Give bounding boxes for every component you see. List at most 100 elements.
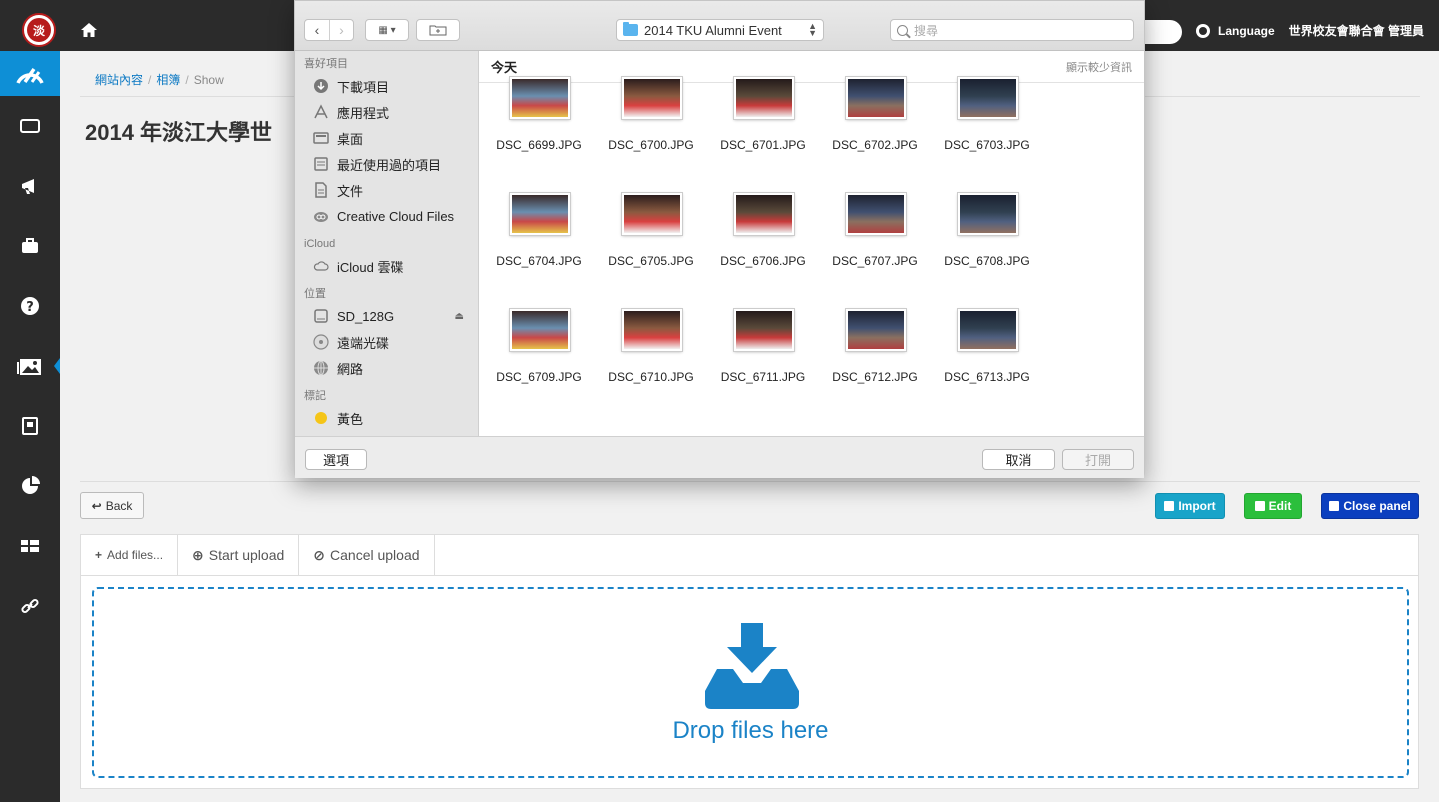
topbar-search-input[interactable] xyxy=(1140,20,1182,44)
recents-icon xyxy=(313,156,329,172)
sidebar-item-announcements[interactable] xyxy=(0,156,60,216)
language-menu[interactable]: Language xyxy=(1218,24,1275,38)
sidebar-item-tag-yellow[interactable]: 黃色 xyxy=(295,405,478,431)
photo-preview xyxy=(512,311,568,349)
back-nav-button[interactable]: ‹ xyxy=(305,20,329,40)
sidebar-item-pages-book[interactable] xyxy=(0,396,60,456)
link-icon xyxy=(21,598,39,614)
sidebar-item-archive[interactable] xyxy=(0,216,60,276)
sidebar-item-creative-cloud[interactable]: Creative Cloud Files xyxy=(295,203,478,229)
file-item[interactable]: DSC_6705.JPG xyxy=(601,189,701,305)
file-name: DSC_6700.JPG xyxy=(608,138,694,152)
file-item[interactable]: DSC_6704.JPG xyxy=(489,189,589,305)
sidebar-item-sd-card[interactable]: SD_128G ⏏ xyxy=(295,303,478,329)
sidebar-item-modules[interactable] xyxy=(0,516,60,576)
file-item[interactable]: DSC_6702.JPG xyxy=(825,73,925,189)
folder-location-select[interactable]: 2014 TKU Alumni Event ▲ ▼ xyxy=(616,19,824,41)
breadcrumb: 網站內容 / 相簿 / Show xyxy=(95,73,224,87)
new-folder-button[interactable] xyxy=(416,19,460,41)
options-button[interactable]: 選項 xyxy=(305,449,367,470)
file-item[interactable]: DSC_6713.JPG xyxy=(937,305,1037,421)
sidebar-item-pages[interactable] xyxy=(0,96,60,156)
file-item[interactable]: DSC_6709.JPG xyxy=(489,305,589,421)
cloud-icon xyxy=(313,258,329,274)
add-files-button[interactable]: + Add files... xyxy=(81,535,179,575)
file-thumbnail xyxy=(846,309,906,351)
file-item[interactable]: DSC_6708.JPG xyxy=(937,189,1037,305)
file-item[interactable]: DSC_6707.JPG xyxy=(825,189,925,305)
file-name: DSC_6704.JPG xyxy=(496,254,582,268)
globe-icon xyxy=(1196,23,1210,38)
file-item[interactable]: DSC_6712.JPG xyxy=(825,305,925,421)
topbar-right: Language 世界校友會聯合會 管理員 xyxy=(1196,22,1424,39)
file-thumbnail xyxy=(958,77,1018,119)
file-thumbnail xyxy=(734,309,794,351)
sidebar-item-network[interactable]: 網路 xyxy=(295,355,478,381)
file-thumbnail xyxy=(958,309,1018,351)
open-button[interactable]: 打開 xyxy=(1062,449,1134,470)
icloud-heading: iCloud xyxy=(304,238,336,250)
upload-circle-icon: ⊕ xyxy=(192,546,204,563)
yellow-tag-icon xyxy=(313,410,329,426)
file-name: DSC_6702.JPG xyxy=(832,138,918,152)
file-item[interactable]: DSC_6711.JPG xyxy=(713,305,813,421)
file-item[interactable]: DSC_6706.JPG xyxy=(713,189,813,305)
sidebar-item-statistics[interactable] xyxy=(0,456,60,516)
file-item[interactable]: DSC_6710.JPG xyxy=(601,305,701,421)
show-less-link[interactable]: 顯示較少資訊 xyxy=(1066,59,1132,75)
logo-mark: 淡 xyxy=(27,18,51,42)
view-mode-button[interactable]: ▦ ▾ xyxy=(365,19,409,41)
photo-preview xyxy=(960,195,1016,233)
edit-button[interactable]: Edit xyxy=(1244,493,1302,519)
photo-preview xyxy=(960,79,1016,117)
download-tray-icon xyxy=(705,623,799,709)
sidebar-item-desktop[interactable]: 桌面 xyxy=(295,125,478,151)
file-item[interactable]: DSC_6703.JPG xyxy=(937,73,1037,189)
tags-heading: 標記 xyxy=(304,390,326,402)
start-upload-button[interactable]: ⊕ Start upload xyxy=(178,535,300,575)
dialog-search-input[interactable]: 搜尋 xyxy=(890,19,1134,41)
forward-nav-button[interactable]: › xyxy=(328,20,353,40)
sidebar-item-downloads[interactable]: 下載項目 xyxy=(295,73,478,99)
file-item[interactable]: DSC_6699.JPG xyxy=(489,73,589,189)
breadcrumb-album[interactable]: 相簿 xyxy=(156,73,180,87)
eject-icon[interactable]: ⏏ xyxy=(455,311,464,322)
sidebar-item-recents[interactable]: 最近使用過的項目 xyxy=(295,151,478,177)
locations-heading: 位置 xyxy=(304,288,326,300)
file-name: DSC_6708.JPG xyxy=(944,254,1030,268)
cancel-upload-button[interactable]: ⊘ Cancel upload xyxy=(299,535,435,575)
cancel-button[interactable]: 取消 xyxy=(982,449,1055,470)
file-thumbnail xyxy=(846,77,906,119)
sidebar-item-applications[interactable]: 應用程式 xyxy=(295,99,478,125)
sidebar-item-links[interactable] xyxy=(0,576,60,636)
sidebar-item-remote-disc[interactable]: 遠端光碟 xyxy=(295,329,478,355)
home-icon[interactable] xyxy=(80,22,98,38)
back-button[interactable]: ↩ Back xyxy=(80,492,144,519)
creative-cloud-icon xyxy=(313,208,329,224)
sidebar-item-documents[interactable]: 文件 xyxy=(295,177,478,203)
import-button[interactable]: Import xyxy=(1155,493,1225,519)
dashboard-icon[interactable] xyxy=(0,51,60,96)
user-menu[interactable]: 世界校友會聯合會 管理員 xyxy=(1289,22,1424,39)
file-name: DSC_6707.JPG xyxy=(832,254,918,268)
file-name: DSC_6699.JPG xyxy=(496,138,582,152)
file-item[interactable]: DSC_6701.JPG xyxy=(713,73,813,189)
file-thumbnail xyxy=(510,309,570,351)
file-thumbnail xyxy=(734,193,794,235)
sidebar-item-gallery[interactable] xyxy=(0,336,60,396)
svg-text:?: ? xyxy=(26,300,34,315)
breadcrumb-site-content[interactable]: 網站內容 xyxy=(95,73,143,87)
close-panel-button[interactable]: Close panel xyxy=(1321,493,1419,519)
sidebar-item-faq[interactable]: ? xyxy=(0,276,60,336)
file-name: DSC_6712.JPG xyxy=(832,370,918,384)
sidebar-item-icloud-drive[interactable]: iCloud 雲碟 xyxy=(295,253,478,279)
import-icon xyxy=(1164,501,1175,511)
file-name: DSC_6705.JPG xyxy=(608,254,694,268)
drop-files-text: Drop files here xyxy=(672,717,829,744)
ban-icon: ⊘ xyxy=(313,546,326,563)
site-logo[interactable]: 淡 xyxy=(22,13,56,47)
dropzone[interactable]: Drop files here xyxy=(92,587,1409,778)
grid-view-icon: ▦ ▾ xyxy=(378,24,396,36)
file-item[interactable]: DSC_6700.JPG xyxy=(601,73,701,189)
sidebar: ? xyxy=(0,51,60,802)
